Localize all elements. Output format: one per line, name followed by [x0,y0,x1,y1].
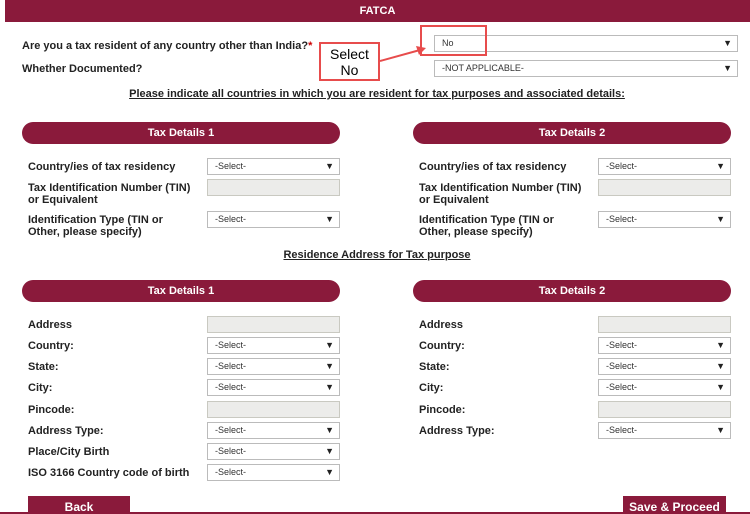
tin-input-2[interactable] [598,179,731,196]
chevron-down-icon: ▼ [723,63,732,73]
id-type-label-line-2: Other, please specify) [419,226,533,238]
address-type-select-2[interactable]: -Select- ▼ [598,422,731,439]
chevron-down-icon: ▼ [325,446,334,456]
state-label: State: [28,361,59,373]
select-value: -Select- [606,340,638,350]
select-value: -Select- [606,425,638,435]
chevron-down-icon: ▼ [716,425,725,435]
country-label: Country: [419,340,465,352]
address-type-label: Address Type: [419,425,495,437]
select-value: -Select- [606,214,638,224]
indicate-countries-text: Please indicate all countries in which y… [129,88,625,100]
address-details-1-header: Tax Details 1 [22,280,340,302]
select-value: -Select- [215,361,247,371]
select-value: -Select- [215,446,247,456]
tax-details-2-header: Tax Details 2 [413,122,731,144]
pincode-input-2[interactable] [598,401,731,418]
select-value: -Select- [215,340,247,350]
state-select-2[interactable]: -Select- ▼ [598,358,731,375]
address-input-2[interactable] [598,316,731,333]
tin-label-line-2: or Equivalent [28,194,98,206]
id-type-label-line-1: Identification Type (TIN or [28,214,163,226]
chevron-down-icon: ▼ [325,161,334,171]
select-value: -Select- [606,161,638,171]
chevron-down-icon: ▼ [716,340,725,350]
id-type-select-2[interactable]: -Select- ▼ [598,211,731,228]
select-value: -Select- [215,425,247,435]
arrow-right-icon [380,46,426,62]
chevron-down-icon: ▼ [325,467,334,477]
select-value: -Select- [606,382,638,392]
required-marker: * [308,40,313,52]
chevron-down-icon: ▼ [716,361,725,371]
tin-label-line-1: Tax Identification Number (TIN) [419,182,582,194]
address-input-1[interactable] [207,316,340,333]
pincode-label: Pincode: [419,404,466,416]
chevron-down-icon: ▼ [723,38,732,48]
tax-resident-label: Are you a tax resident of any country ot… [22,40,309,52]
id-type-label: Identification Type (TIN or Other, pleas… [28,214,163,238]
documented-label: Whether Documented? [22,63,143,75]
id-type-label: Identification Type (TIN or Other, pleas… [419,214,554,238]
address-type-label: Address Type: [28,425,104,437]
tin-label-line-2: or Equivalent [419,194,489,206]
select-value: -Select- [215,467,247,477]
country-select-1[interactable]: -Select- ▼ [207,337,340,354]
address-label: Address [28,319,73,331]
residence-address-text: Residence Address for Tax purpose [283,249,471,261]
iso-country-select[interactable]: -Select- ▼ [207,464,340,481]
country-residency-select-1[interactable]: -Select- ▼ [207,158,340,175]
iso-country-label: ISO 3166 Country code of birth [28,467,190,479]
place-birth-select[interactable]: -Select- ▼ [207,443,340,460]
chevron-down-icon: ▼ [716,161,725,171]
country-residency-select-2[interactable]: -Select- ▼ [598,158,731,175]
chevron-down-icon: ▼ [716,214,725,224]
tin-label-line-1: Tax Identification Number (TIN) [28,182,191,194]
address-type-select-1[interactable]: -Select- ▼ [207,422,340,439]
city-select-1[interactable]: -Select- ▼ [207,379,340,396]
country-residency-label: Country/ies of tax residency [419,161,567,173]
select-value: -Select- [215,382,247,392]
tax-resident-question: Are you a tax resident of any country ot… [22,40,312,52]
country-residency-label: Country/ies of tax residency [28,161,176,173]
id-type-select-1[interactable]: -Select- ▼ [207,211,340,228]
city-label: City: [28,382,53,394]
tax-details-1-header: Tax Details 1 [22,122,340,144]
pincode-label: Pincode: [28,404,75,416]
chevron-down-icon: ▼ [325,214,334,224]
city-select-2[interactable]: -Select- ▼ [598,379,731,396]
chevron-down-icon: ▼ [325,340,334,350]
tin-label: Tax Identification Number (TIN) or Equiv… [419,182,581,206]
chevron-down-icon: ▼ [325,361,334,371]
fatca-header: FATCA [5,0,750,22]
tin-label: Tax Identification Number (TIN) or Equiv… [28,182,190,206]
select-value: -Select- [215,161,247,171]
documented-value: -NOT APPLICABLE- [442,63,524,73]
chevron-down-icon: ▼ [325,382,334,392]
city-label: City: [419,382,444,394]
select-value: -Select- [215,214,247,224]
id-type-label-line-1: Identification Type (TIN or [419,214,554,226]
highlight-box [420,25,487,56]
address-details-2-header: Tax Details 2 [413,280,731,302]
documented-select[interactable]: -NOT APPLICABLE- ▼ [434,60,738,77]
callout-line-1: Select [330,46,369,62]
chevron-down-icon: ▼ [325,425,334,435]
country-label: Country: [28,340,74,352]
callout-line-2: No [340,62,359,78]
tin-input-1[interactable] [207,179,340,196]
select-value: -Select- [606,361,638,371]
place-birth-label: Place/City Birth [28,446,110,458]
chevron-down-icon: ▼ [716,382,725,392]
address-label: Address [419,319,464,331]
select-no-callout: Select No [319,42,380,81]
state-label: State: [419,361,450,373]
country-select-2[interactable]: -Select- ▼ [598,337,731,354]
pincode-input-1[interactable] [207,401,340,418]
id-type-label-line-2: Other, please specify) [28,226,142,238]
state-select-1[interactable]: -Select- ▼ [207,358,340,375]
